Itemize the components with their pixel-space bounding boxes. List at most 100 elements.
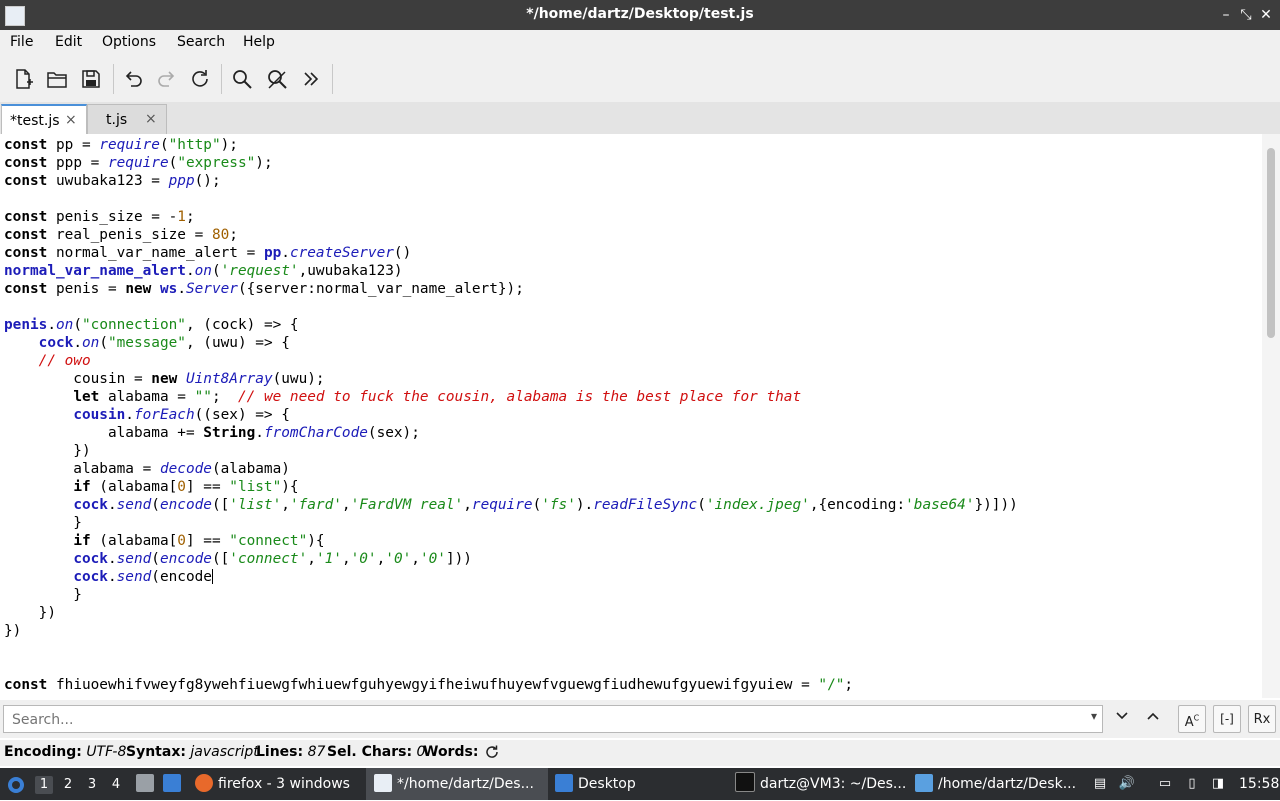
code-line[interactable]: cousin.forEach((sex) => { <box>4 406 1262 424</box>
volume-icon[interactable]: 🔊 <box>1118 775 1136 793</box>
code-line[interactable]: let alabama = ""; // we need to fuck the… <box>4 388 1262 406</box>
network-icon[interactable]: ◨ <box>1209 775 1227 793</box>
code-line[interactable]: const normal_var_name_alert = pp.createS… <box>4 244 1262 262</box>
start-menu-icon[interactable] <box>6 775 26 795</box>
toolbar <box>0 56 1280 102</box>
tab-test-js[interactable]: *test.js × <box>1 104 87 136</box>
workspace-4[interactable]: 4 <box>107 776 125 794</box>
toolbar-separator <box>221 64 222 94</box>
notes-icon[interactable]: ▯ <box>1183 775 1201 793</box>
code-line[interactable]: penis.on("connection", (cock) => { <box>4 316 1262 334</box>
menu-edit[interactable]: Edit <box>55 34 82 50</box>
search-field[interactable]: ▾ <box>3 705 1103 733</box>
code-line[interactable] <box>4 298 1262 316</box>
whole-word-icon: [-] <box>1220 712 1234 726</box>
code-line[interactable] <box>4 658 1262 676</box>
menu-search[interactable]: Search <box>177 34 225 50</box>
chevron-down-icon[interactable]: ▾ <box>1091 709 1097 723</box>
toolbar-separator <box>332 64 333 94</box>
code-line[interactable]: const uwubaka123 = ppp(); <box>4 172 1262 190</box>
tab-close-icon[interactable]: × <box>145 111 157 127</box>
image-viewer-icon <box>915 774 933 792</box>
code-line[interactable]: }) <box>4 604 1262 622</box>
reload-icon[interactable] <box>189 68 211 90</box>
code-line[interactable]: cock.send(encode(['connect','1','0','0',… <box>4 550 1262 568</box>
code-line[interactable]: } <box>4 586 1262 604</box>
code-line[interactable]: cousin = new Uint8Array(uwu); <box>4 370 1262 388</box>
display-icon[interactable]: ▭ <box>1156 775 1174 793</box>
redo-icon[interactable] <box>156 68 178 90</box>
status-lines: Lines: 87 <box>256 744 326 760</box>
code-line[interactable]: cock.on("message", (uwu) => { <box>4 334 1262 352</box>
whole-word-button[interactable]: [-] <box>1213 705 1241 733</box>
code-line[interactable]: const penis_size = -1; <box>4 208 1262 226</box>
match-case-icon: AC <box>1184 714 1200 731</box>
chevron-down-icon <box>1116 712 1128 720</box>
code-line[interactable]: alabama += String.fromCharCode(sex); <box>4 424 1262 442</box>
close-icon[interactable]: ✕ <box>1256 5 1276 25</box>
taskbar-terminal[interactable]: dartz@VM3: ~/Des... <box>735 768 906 800</box>
open-folder-icon[interactable] <box>46 68 68 90</box>
match-case-button[interactable]: AC <box>1178 705 1206 733</box>
menu-options[interactable]: Options <box>102 34 156 50</box>
code-line[interactable]: const penis = new ws.Server({server:norm… <box>4 280 1262 298</box>
taskbar-firefox[interactable]: firefox - 3 windows <box>195 768 350 800</box>
code-line[interactable]: const fhiuoewhifvweyfg8ywehfiuewgfwhiuew… <box>4 676 1262 694</box>
regex-button[interactable]: Rx <box>1248 705 1276 733</box>
taskbar-desktop[interactable]: Desktop <box>555 768 636 800</box>
code-line[interactable] <box>4 190 1262 208</box>
menu-help[interactable]: Help <box>243 34 275 50</box>
find-icon[interactable] <box>231 68 253 90</box>
tab-t-js[interactable]: t.js × <box>87 104 167 135</box>
search-input[interactable] <box>10 709 1074 731</box>
minimize-icon[interactable]: – <box>1216 5 1236 25</box>
search-bar: ▾ AC [-] Rx <box>0 700 1280 738</box>
taskbar-image-viewer[interactable]: /home/dartz/Desk... <box>915 768 1076 800</box>
menu-file[interactable]: File <box>10 34 33 50</box>
code-line[interactable]: const ppp = require("express"); <box>4 154 1262 172</box>
title-bar: */home/dartz/Desktop/test.js – ⤡ ✕ <box>0 0 1280 30</box>
code-line[interactable]: if (alabama[0] == "list"){ <box>4 478 1262 496</box>
workspace-3[interactable]: 3 <box>83 776 101 794</box>
code-line[interactable]: alabama = decode(alabama) <box>4 460 1262 478</box>
chevron-up-icon <box>1147 712 1159 720</box>
code-line[interactable]: normal_var_name_alert.on('request',uwuba… <box>4 262 1262 280</box>
code-editor[interactable]: const pp = require("http"); const ppp = r… <box>0 134 1262 698</box>
code-line[interactable] <box>4 640 1262 658</box>
code-line[interactable]: } <box>4 514 1262 532</box>
refresh-icon[interactable] <box>484 744 500 764</box>
find-next-button[interactable] <box>1109 706 1135 732</box>
save-icon[interactable] <box>80 68 102 90</box>
code-line[interactable]: if (alabama[0] == "connect"){ <box>4 532 1262 550</box>
code-line[interactable]: // owo <box>4 352 1262 370</box>
undo-icon[interactable] <box>122 68 144 90</box>
vertical-scrollbar[interactable] <box>1262 134 1280 698</box>
restore-icon[interactable]: ⤡ <box>1236 5 1256 25</box>
menu-bar: File Edit Options Search Help <box>0 30 1280 56</box>
tab-label: t.js <box>106 112 128 128</box>
replace-icon[interactable] <box>266 68 288 90</box>
status-syntax: Syntax: javascript <box>126 744 259 760</box>
code-line[interactable]: cock.send(encode <box>4 568 1262 586</box>
code-line[interactable]: const pp = require("http"); <box>4 136 1262 154</box>
taskbar-editor[interactable]: */home/dartz/Des... <box>366 768 548 800</box>
code-line[interactable]: }) <box>4 622 1262 640</box>
scrollbar-thumb[interactable] <box>1267 148 1275 338</box>
more-icon[interactable] <box>300 68 322 90</box>
find-previous-button[interactable] <box>1140 706 1166 732</box>
code-line[interactable]: }) <box>4 442 1262 460</box>
file-manager-launcher[interactable] <box>136 768 159 800</box>
workspace-1[interactable]: 1 <box>35 776 53 794</box>
status-bar: Encoding: UTF-8 Syntax: javascript Lines… <box>0 740 1280 766</box>
status-sel-chars: Sel. Chars: 0 <box>327 744 426 760</box>
workspace-2[interactable]: 2 <box>59 776 77 794</box>
clock: 15:58 <box>1239 776 1280 792</box>
new-file-icon[interactable] <box>12 68 34 90</box>
show-desktop-launcher[interactable] <box>163 768 186 800</box>
tab-close-icon[interactable]: × <box>65 112 77 128</box>
editor-icon <box>374 774 392 792</box>
code-line[interactable]: const real_penis_size = 80; <box>4 226 1262 244</box>
clipboard-icon[interactable]: ▤ <box>1091 775 1109 793</box>
code-text[interactable]: const pp = require("http"); const ppp = r… <box>0 134 1262 694</box>
code-line[interactable]: cock.send(encode(['list','fard','FardVM … <box>4 496 1262 514</box>
